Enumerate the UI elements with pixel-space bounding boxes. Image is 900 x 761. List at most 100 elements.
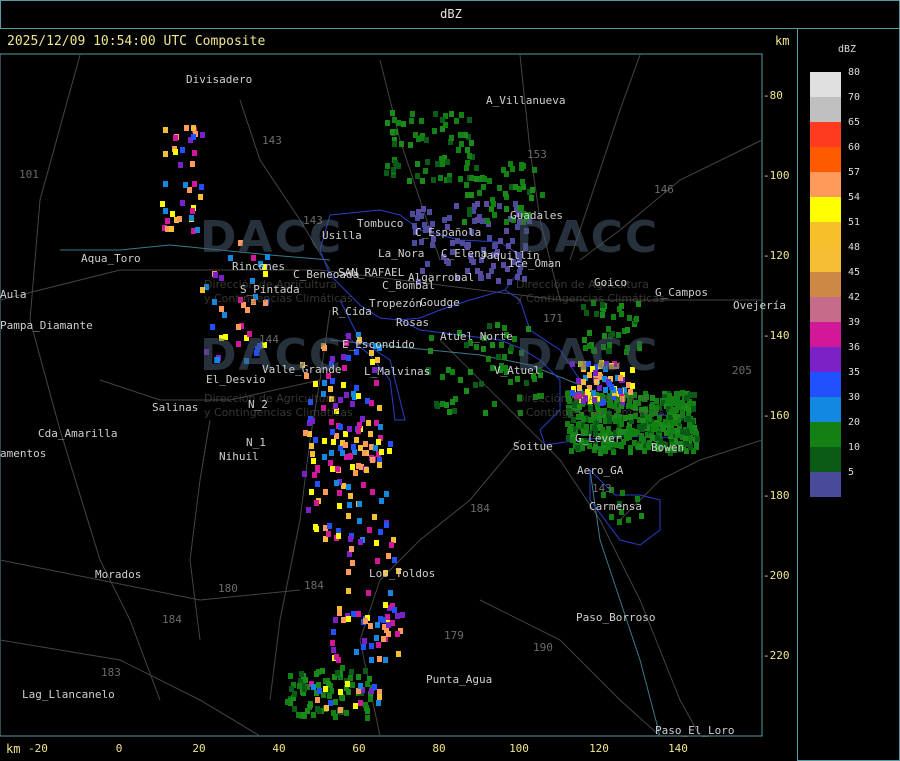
echo-pixel: [354, 649, 359, 655]
echo-pixel: [685, 416, 690, 422]
echo-pixel: [395, 631, 400, 637]
echo-pixel: [688, 444, 693, 450]
echo-pixel: [665, 398, 670, 404]
echo-pixel: [673, 414, 678, 420]
echo-pixel: [376, 700, 381, 706]
echo-pixel: [163, 181, 168, 187]
rivers: [60, 244, 661, 737]
place-label: Goico: [594, 276, 628, 289]
place-label: Guadales: [510, 209, 563, 222]
echo-pixel: [328, 460, 333, 466]
echo-pixel: [384, 170, 389, 176]
echo-pixel: [580, 445, 585, 451]
echo-pixel: [349, 669, 354, 675]
place-label: Aula: [0, 288, 27, 301]
echo-pixel: [520, 179, 525, 185]
echo-pixel: [431, 177, 436, 183]
dacc-watermark-subtitle: Dirección de Agricultura y Contingencias…: [516, 392, 665, 420]
echo-pixel: [346, 588, 351, 594]
echo-pixel: [333, 699, 338, 705]
echo-pixel: [353, 703, 358, 709]
echo-pixel: [400, 612, 405, 618]
echo-pixel: [354, 437, 359, 443]
echo-pixel: [335, 466, 340, 472]
echo-pixel: [464, 182, 469, 188]
echo-pixel: [454, 203, 459, 209]
echo-pixel: [399, 141, 404, 147]
legend-label: 70: [848, 92, 861, 103]
echo-pixel: [345, 681, 350, 687]
echo-pixel: [670, 428, 675, 434]
place-label: Aero_GA: [577, 464, 624, 477]
echo-pixel: [626, 431, 631, 437]
echo-pixel: [498, 238, 503, 244]
echo-pixel: [416, 136, 421, 142]
echo-pixel: [379, 498, 384, 504]
echo-pixel: [391, 167, 396, 173]
x-tick-label: -20: [28, 742, 48, 755]
echo-pixel: [351, 444, 356, 450]
radar-map[interactable]: [0, 0, 900, 761]
echo-pixel: [353, 470, 358, 476]
echo-pixel: [473, 382, 478, 388]
echo-pixel: [350, 560, 355, 566]
route-number: 184: [162, 613, 182, 626]
echo-pixel: [642, 423, 647, 429]
echo-pixel: [628, 449, 633, 455]
echo-pixel: [192, 150, 197, 156]
echo-pixel: [297, 683, 302, 689]
echo-pixel: [219, 306, 224, 312]
echo-pixel: [381, 617, 386, 623]
echo-pixel: [495, 322, 500, 328]
echo-pixel: [368, 696, 373, 702]
echo-pixel: [392, 557, 397, 563]
echo-pixel: [475, 201, 480, 207]
echo-pixel: [163, 151, 168, 157]
place-label: Paso_El_Loro: [655, 724, 735, 737]
legend-swatch: [810, 447, 841, 472]
echo-pixel: [440, 161, 445, 167]
echo-pixel: [483, 410, 488, 416]
legend-label: 54: [848, 192, 861, 203]
echo-pixel: [363, 668, 368, 674]
echo-pixel: [521, 163, 526, 169]
legend-label: 45: [848, 267, 861, 278]
echo-pixel: [388, 590, 393, 596]
place-label: G_Lever: [575, 432, 622, 445]
echo-pixel: [330, 640, 335, 646]
echo-pixel: [348, 493, 353, 499]
echo-pixel: [392, 607, 397, 613]
echo-pixel: [513, 184, 518, 190]
route-number: 144: [259, 333, 279, 346]
echo-pixel: [314, 526, 319, 532]
echo-pixel: [491, 201, 496, 207]
dacc-watermark-subtitle: Dirección de Agricultura y Contingencias…: [204, 392, 353, 420]
place-label: Paso_Borroso: [576, 611, 656, 624]
dacc-watermark-line: Dirección de Agricultura: [204, 392, 337, 405]
y-tick-label: -200: [763, 569, 790, 582]
echo-pixel: [347, 426, 352, 432]
route-number: 146: [654, 183, 674, 196]
echo-pixel: [475, 217, 480, 223]
echo-pixel: [377, 405, 382, 411]
echo-pixel: [584, 310, 589, 316]
echo-pixel: [378, 529, 383, 535]
legend-label: 65: [848, 117, 861, 128]
echo-pixel: [447, 177, 452, 183]
echo-pixel: [428, 348, 433, 354]
echo-pixel: [447, 215, 452, 221]
echo-pixel: [317, 708, 322, 714]
echo-pixel: [459, 132, 464, 138]
legend-label: 20: [848, 417, 861, 428]
echo-pixel: [379, 449, 384, 455]
echo-pixel: [492, 212, 497, 218]
place-label: Divisadero: [186, 73, 253, 86]
echo-pixel: [435, 161, 440, 167]
place-label: Rosas: [396, 316, 430, 329]
echo-pixel: [365, 708, 370, 714]
legend-label: 10: [848, 442, 861, 453]
echo-pixel: [338, 707, 343, 713]
echo-pixel: [388, 441, 393, 447]
echo-pixel: [484, 201, 489, 207]
legend-swatch: [810, 197, 841, 222]
